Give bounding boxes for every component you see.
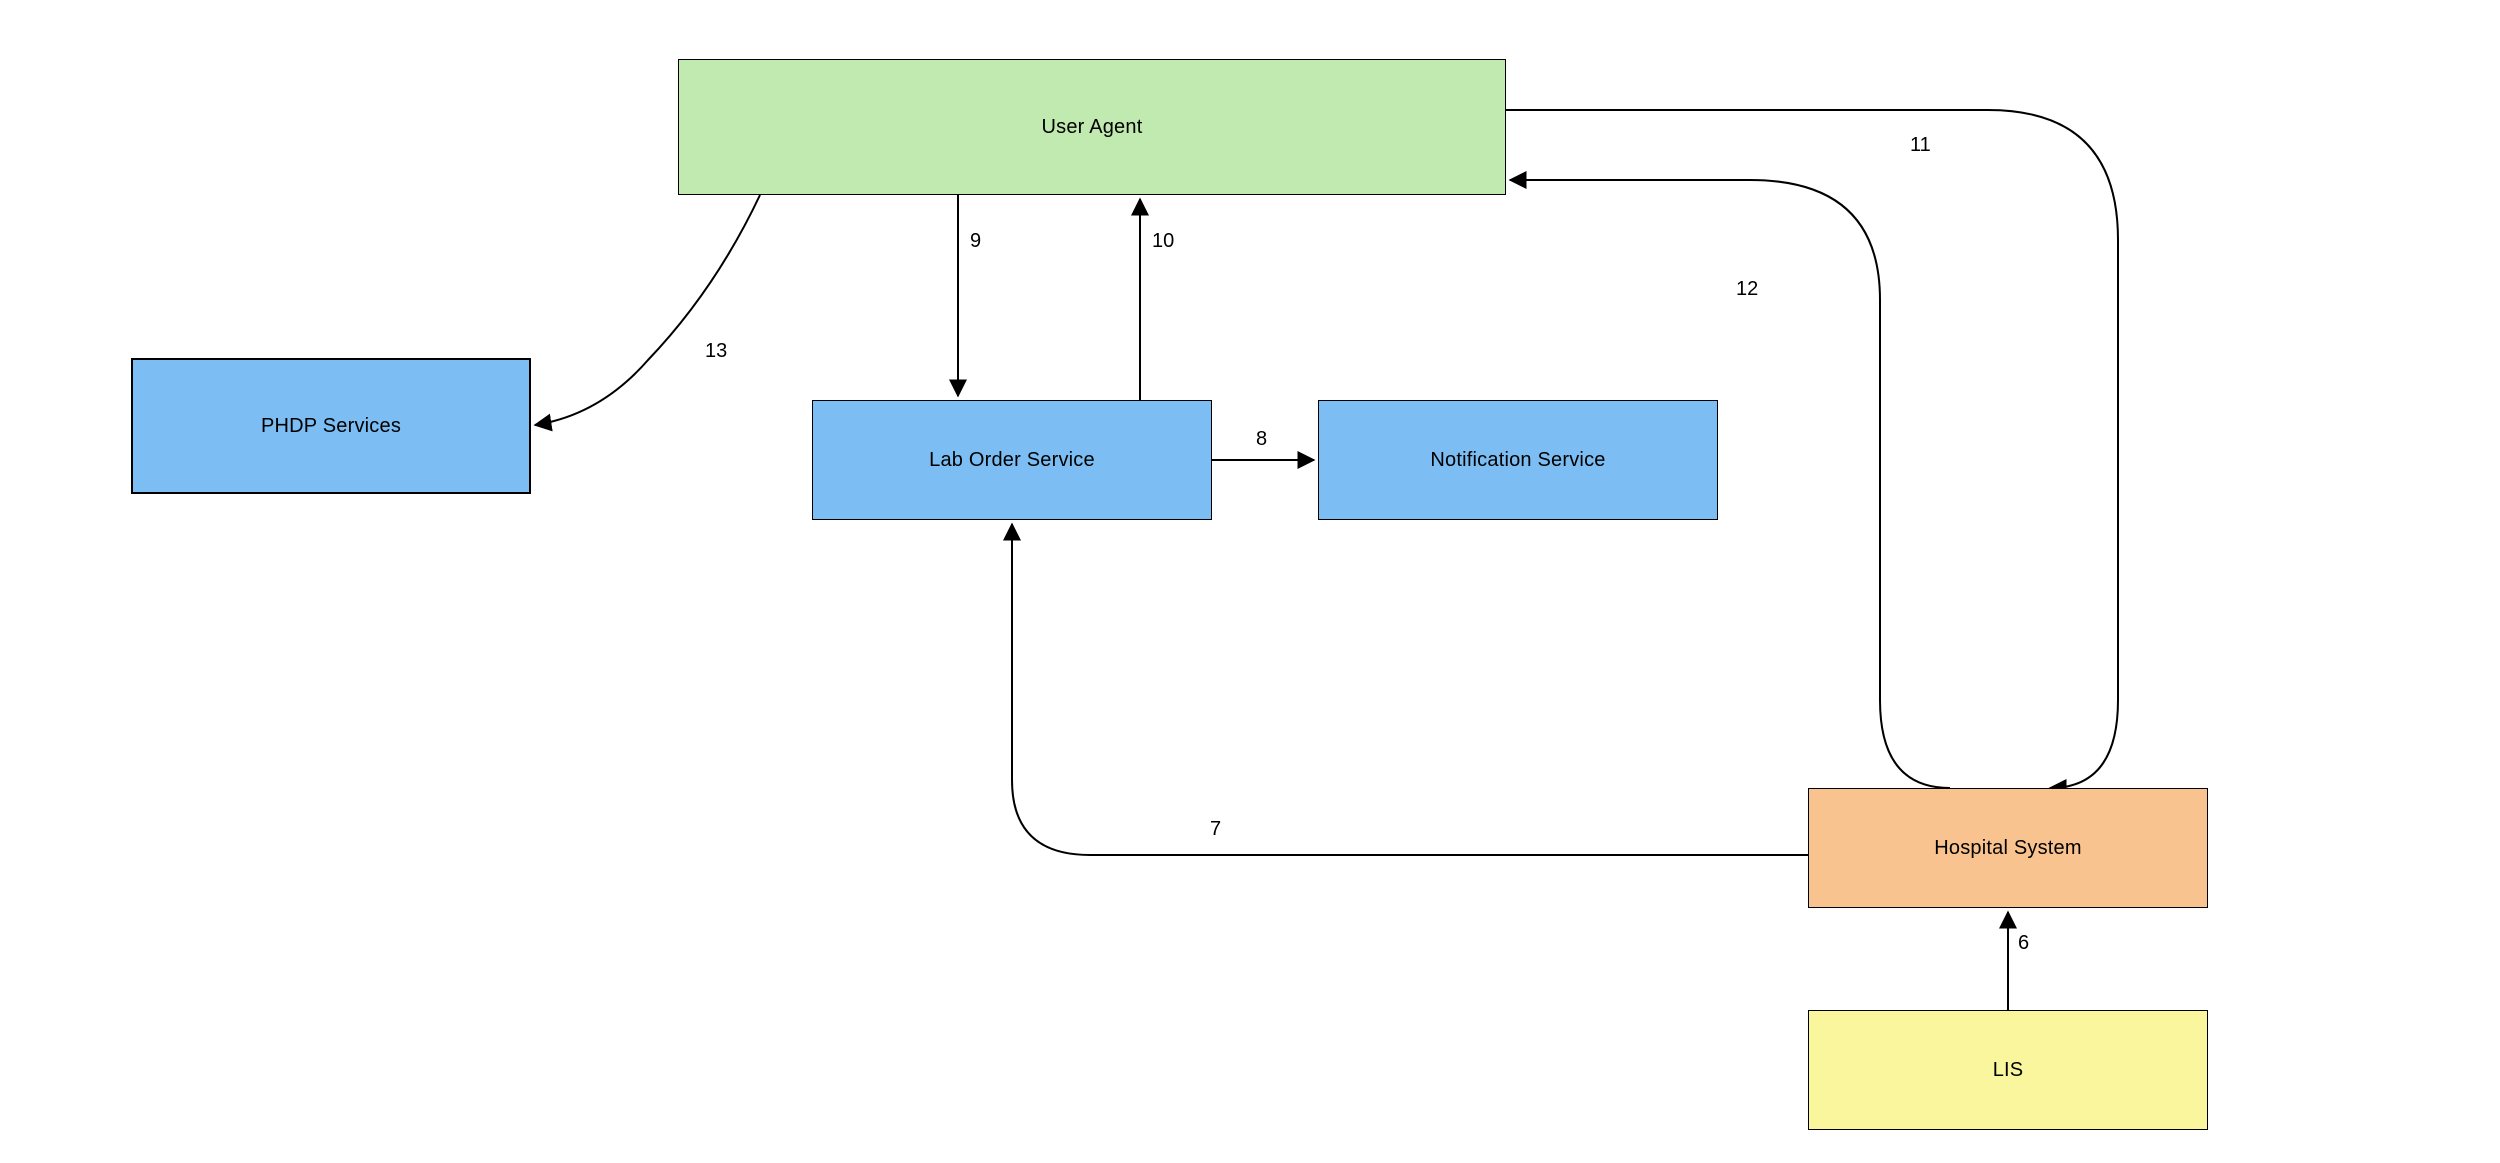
edge-label-12: 12 bbox=[1736, 278, 1758, 301]
node-lab-order-service: Lab Order Service bbox=[812, 400, 1212, 520]
node-phdp-services-label: PHDP Services bbox=[261, 415, 401, 438]
edge-label-9: 9 bbox=[970, 230, 981, 253]
edge-label-6: 6 bbox=[2018, 932, 2029, 955]
node-hospital-system-label: Hospital System bbox=[1934, 837, 2082, 860]
edge-label-7: 7 bbox=[1210, 818, 1221, 841]
diagram-canvas: User Agent PHDP Services Lab Order Servi… bbox=[0, 0, 2500, 1163]
edge-7 bbox=[1012, 524, 1808, 855]
node-hospital-system: Hospital System bbox=[1808, 788, 2208, 908]
node-user-agent-label: User Agent bbox=[1042, 116, 1143, 139]
node-lis: LIS bbox=[1808, 1010, 2208, 1130]
node-lis-label: LIS bbox=[1993, 1059, 2024, 1082]
edge-label-10: 10 bbox=[1152, 230, 1174, 253]
node-lab-order-service-label: Lab Order Service bbox=[929, 449, 1095, 472]
edge-label-11: 11 bbox=[1910, 134, 1931, 157]
node-user-agent: User Agent bbox=[678, 59, 1506, 195]
node-notification-service: Notification Service bbox=[1318, 400, 1718, 520]
node-phdp-services: PHDP Services bbox=[131, 358, 531, 494]
edge-label-13: 13 bbox=[705, 340, 727, 363]
edge-label-8: 8 bbox=[1256, 428, 1267, 451]
edge-13 bbox=[535, 195, 760, 425]
node-notification-service-label: Notification Service bbox=[1430, 449, 1605, 472]
